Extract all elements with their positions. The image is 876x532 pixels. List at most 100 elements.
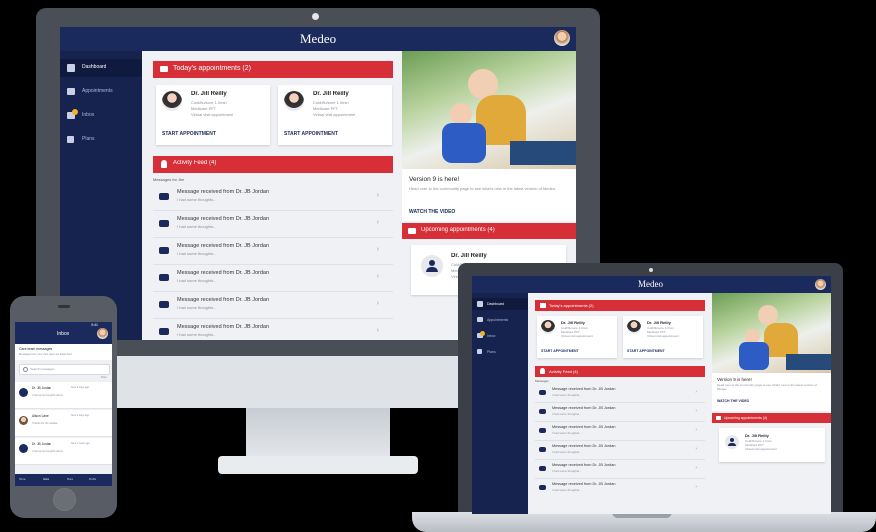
filter-button[interactable]: Filter (101, 375, 107, 379)
sidebar-label: Plans (82, 136, 95, 142)
message-icon (159, 220, 169, 227)
todays-appointments-header: Today's appointments (2) (535, 300, 705, 311)
start-appointment-button[interactable]: START APPOINTMENT (541, 349, 579, 353)
list-item[interactable]: Alison Lane Sent 4 days ago Thanks for t… (15, 410, 112, 437)
message-icon (159, 193, 169, 200)
message-icon (539, 447, 546, 452)
appointment-card: Dr. Jill Reilly Cold/flu/sore 1.0min Med… (537, 316, 617, 358)
dashboard-icon (67, 64, 75, 72)
tab-home[interactable]: Home (19, 478, 26, 481)
list-item[interactable]: Message received from Dr. JB Jordan I ha… (535, 384, 705, 403)
list-item[interactable]: Dr. JB Jordan Sent 2 days ago I had some… (15, 382, 112, 409)
todays-appointments-header: Today's appointments (2) (153, 61, 393, 78)
message-snippet: I had some thoughts... (552, 412, 582, 416)
start-appointment-button[interactable]: START APPOINTMENT (162, 131, 216, 137)
phone-screen: 9:41 Inbox Care team messages Messages f… (15, 322, 112, 486)
message-snippet: I had some thoughts... (177, 305, 217, 310)
sidebar-item-dashboard[interactable]: Dashboard (472, 298, 528, 310)
list-item[interactable]: Message received from Dr. JB Jordan I ha… (153, 292, 393, 319)
chevron-right-icon: › (695, 465, 697, 471)
avatar (19, 416, 28, 425)
activity-feed-header: Activity Feed (4) (535, 366, 705, 377)
sidebar-item-appointments[interactable]: Appointments (472, 314, 528, 326)
list-item[interactable]: Message received from Dr. JB Jordan I ha… (535, 460, 705, 479)
notification-badge (72, 109, 78, 115)
photo-child-body (442, 123, 486, 163)
people-icon (716, 416, 721, 420)
promo-title: Version 9 is here! (717, 377, 752, 382)
message-sender: Alison Lane (32, 414, 49, 418)
family-photo (712, 293, 831, 373)
message-title: Message received from Dr. JB Jordan (177, 270, 270, 276)
activity-feed-list: Message received from Dr. JB Jordan I ha… (535, 384, 705, 514)
people-icon (160, 66, 168, 72)
list-item[interactable]: Message received from Dr. JB Jordan I ha… (535, 479, 705, 497)
section-title: Activity Feed (4) (173, 160, 217, 166)
appointment-detail: Virtual visit appointment (745, 447, 777, 451)
appointment-detail: Medicare PFT (191, 106, 217, 111)
sidebar-item-inbox[interactable]: Inbox (472, 330, 528, 342)
photo-grandfather-head (758, 305, 778, 325)
message-icon (539, 485, 546, 490)
tab-profile[interactable]: Profile (89, 478, 96, 481)
sidebar-label: Dashboard (487, 302, 505, 306)
watch-video-link[interactable]: WATCH THE VIDEO (717, 399, 749, 403)
section-title: Today's appointments (2) (173, 65, 251, 72)
list-item[interactable]: Message received from Dr. JB Jordan I ha… (153, 265, 393, 292)
tab-inbox[interactable]: Inbox (43, 478, 49, 481)
notification-badge (480, 331, 485, 336)
start-appointment-button[interactable]: START APPOINTMENT (284, 131, 338, 137)
sidebar-item-dashboard[interactable]: Dashboard (60, 59, 142, 77)
chevron-right-icon: › (695, 408, 697, 414)
start-appointment-button[interactable]: START APPOINTMENT (627, 349, 665, 353)
people-icon (540, 303, 546, 308)
people-icon (408, 228, 416, 234)
sidebar-item-plans[interactable]: Plans (472, 346, 528, 358)
activity-feed-header: Activity Feed (4) (153, 156, 393, 173)
feed-subheading: Messages (535, 379, 549, 383)
message-snippet: I had some thoughts... (177, 332, 217, 337)
monitor-base (218, 456, 418, 474)
user-avatar[interactable] (554, 30, 570, 46)
person-icon (730, 438, 734, 442)
appointment-detail: Virtual visit appointment (313, 112, 356, 117)
watch-video-link[interactable]: WATCH THE VIDEO (409, 209, 455, 215)
doctor-name: Dr. Jill Reilly (191, 91, 227, 97)
doctor-name: Dr. Jill Reilly (745, 433, 769, 438)
list-item[interactable]: Message received from Dr. JB Jordan I ha… (535, 441, 705, 460)
laptop-screen: Medeo Dashboard Appointments Inbox Plans… (472, 276, 831, 514)
list-item[interactable]: Message received from Dr. JB Jordan I ha… (535, 422, 705, 441)
doctor-name: Dr. Jill Reilly (451, 253, 487, 259)
tab-plans[interactable]: Plans (67, 478, 73, 481)
sidebar-item-plans[interactable]: Plans (60, 131, 142, 149)
people-icon (67, 88, 75, 95)
user-avatar[interactable] (815, 279, 826, 290)
list-item[interactable]: Message received from Dr. JB Jordan I ha… (153, 184, 393, 211)
search-input[interactable]: Search messages (19, 364, 110, 375)
chevron-right-icon: › (376, 327, 379, 334)
appointment-detail: Virtual visit appointment (191, 112, 234, 117)
calendar-icon (67, 136, 74, 143)
message-title: Message received from Dr. JB Jordan (177, 243, 270, 249)
doctor-name: Dr. Jill Reilly (313, 91, 349, 97)
message-preview: Thanks for the update... (32, 422, 60, 425)
message-icon (539, 428, 546, 433)
chevron-right-icon: › (376, 300, 379, 307)
message-icon (159, 328, 169, 335)
list-item[interactable]: Message received from Dr. JB Jordan I ha… (153, 238, 393, 265)
chevron-right-icon: › (376, 219, 379, 226)
chevron-right-icon: › (376, 246, 379, 253)
list-item[interactable]: Message received from Dr. JB Jordan I ha… (153, 319, 393, 340)
message-icon (539, 409, 546, 414)
list-item[interactable]: Message received from Dr. JB Jordan I ha… (535, 403, 705, 422)
message-title: Message received from Dr. JB Jordan (552, 444, 616, 448)
sidebar-item-inbox[interactable]: Inbox (60, 107, 142, 125)
list-item[interactable]: Message received from Dr. JB Jordan I ha… (153, 211, 393, 238)
user-avatar[interactable] (97, 328, 108, 339)
phone-home-button[interactable] (53, 488, 76, 511)
list-item[interactable]: Dr. JB Jordan Sent 1 week ago I had some… (15, 438, 112, 465)
message-meta: Sent 1 week ago (71, 442, 90, 445)
sidebar-item-appointments[interactable]: Appointments (60, 83, 142, 101)
section-title: Upcoming appointments (4) (724, 416, 767, 420)
appointment-detail: Medicare PFT (313, 106, 339, 111)
